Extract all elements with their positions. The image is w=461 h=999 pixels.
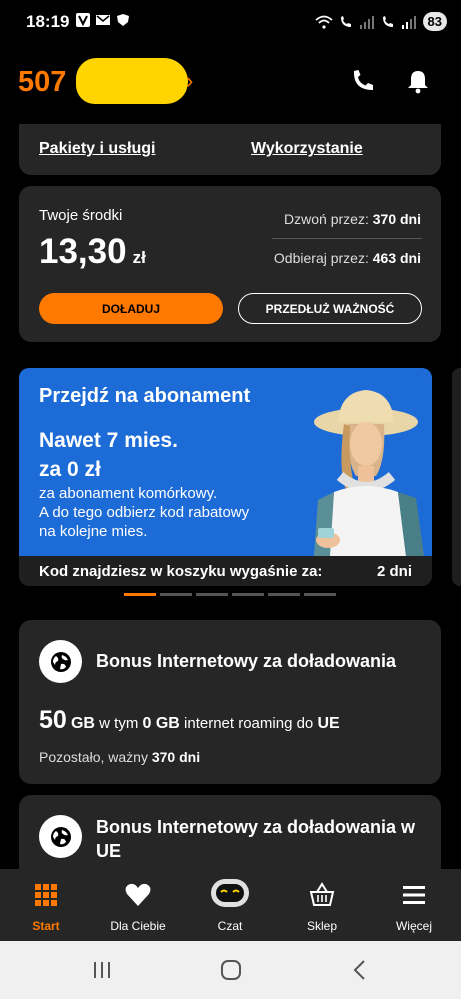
- signal-icon: [359, 15, 374, 29]
- wifi-call-icon: [340, 15, 351, 27]
- next-promo-card[interactable]: [452, 368, 461, 586]
- divider: [272, 238, 422, 239]
- redaction-mark: [76, 58, 188, 104]
- vodafone-app-icon: [76, 13, 90, 27]
- carousel-dot[interactable]: [232, 593, 264, 596]
- signal-icon: [401, 15, 416, 29]
- system-navigation-bar: [0, 941, 461, 999]
- promo-description: za abonament komórkowy. A do tego odbier…: [39, 485, 250, 540]
- promo-footer: Kod znajdziesz w koszyku wygaśnie za: 2 …: [19, 556, 432, 586]
- heart-icon: [125, 883, 151, 906]
- nav-item-dla-ciebie[interactable]: Dla Ciebie: [92, 869, 184, 941]
- wifi-icon: [314, 15, 333, 29]
- carousel-dot[interactable]: [124, 593, 156, 596]
- phone-icon[interactable]: [350, 68, 376, 94]
- bell-icon[interactable]: [405, 68, 431, 94]
- recent-apps-icon[interactable]: [90, 959, 114, 981]
- balance-label: Twoje środki: [39, 207, 123, 224]
- promo-title: Przejdź na abonament: [39, 385, 251, 407]
- carousel-dot[interactable]: [196, 593, 228, 596]
- promo-banner[interactable]: Przejdź na abonament Nawet 7 mies. za 0 …: [19, 368, 432, 586]
- carousel-indicator: [124, 593, 336, 596]
- carousel-dot[interactable]: [304, 593, 336, 596]
- call-validity: Dzwoń przez: 370 dni: [284, 211, 421, 227]
- app-header: 507 ›: [0, 50, 461, 114]
- basket-icon: [309, 882, 335, 906]
- nav-item-czat[interactable]: Czat: [184, 869, 276, 941]
- volte-call-icon: [382, 15, 393, 27]
- status-bar: 18:19 83: [0, 0, 461, 46]
- nav-item-start[interactable]: Start: [0, 869, 92, 941]
- menu-icon: [403, 886, 425, 904]
- bonus-data-amount: 50 GB w tym 0 GB internet roaming do UE: [39, 706, 340, 734]
- account-number[interactable]: 507: [18, 66, 66, 99]
- balance-card: Twoje środki 13,30 zł Dzwoń przez: 370 dn…: [19, 186, 441, 342]
- globe-icon: [39, 640, 82, 683]
- promo-code-expiry-text: Kod znajdziesz w koszyku wygaśnie za:: [39, 563, 323, 580]
- grid-icon: [35, 884, 57, 906]
- bonus-validity: Pozostało, ważny 370 dni: [39, 749, 201, 765]
- balance-amount: 13,30 zł: [39, 232, 146, 272]
- battery-indicator: 83: [422, 12, 447, 31]
- back-icon[interactable]: [348, 959, 372, 981]
- nav-item-sklep[interactable]: Sklep: [276, 869, 368, 941]
- gmail-icon: [96, 15, 110, 25]
- links-card: Pakiety i usługi Wykorzystanie: [19, 124, 441, 175]
- receive-validity: Odbieraj przez: 463 dni: [273, 250, 421, 266]
- status-time: 18:19: [26, 12, 70, 31]
- bonus-card[interactable]: Bonus Internetowy za doładowania w UE: [19, 795, 441, 875]
- bottom-navigation: Start Dla Ciebie Czat Sklep Więcej: [0, 869, 461, 941]
- bonus-title: Bonus Internetowy za doładowania: [96, 651, 397, 671]
- topup-button[interactable]: DOŁADUJ: [39, 293, 223, 324]
- chevron-right-icon[interactable]: ›: [186, 68, 193, 94]
- promo-code-expiry-days: 2 dni: [376, 563, 412, 580]
- packages-link[interactable]: Pakiety i usługi: [39, 140, 155, 158]
- promo-woman-photo: [314, 390, 424, 556]
- usage-link[interactable]: Wykorzystanie: [251, 140, 363, 158]
- extend-validity-button[interactable]: PRZEDŁUŻ WAŻNOŚĆ: [238, 293, 422, 324]
- balance-currency: zł: [132, 248, 146, 267]
- chatbot-icon: [211, 879, 249, 907]
- home-icon[interactable]: [219, 959, 243, 981]
- nav-item-wiecej[interactable]: Więcej: [368, 869, 460, 941]
- promo-headline: Nawet 7 mies. za 0 zł: [39, 429, 178, 481]
- carousel-dot[interactable]: [268, 593, 300, 596]
- globe-icon: [39, 815, 82, 858]
- carousel-dot[interactable]: [160, 593, 192, 596]
- bonus-title: Bonus Internetowy za doładowania w UE: [96, 817, 416, 861]
- bonus-card[interactable]: Bonus Internetowy za doładowania 50 GB w…: [19, 620, 441, 784]
- balance-value: 13,30: [39, 232, 127, 271]
- shield-icon: [117, 14, 129, 26]
